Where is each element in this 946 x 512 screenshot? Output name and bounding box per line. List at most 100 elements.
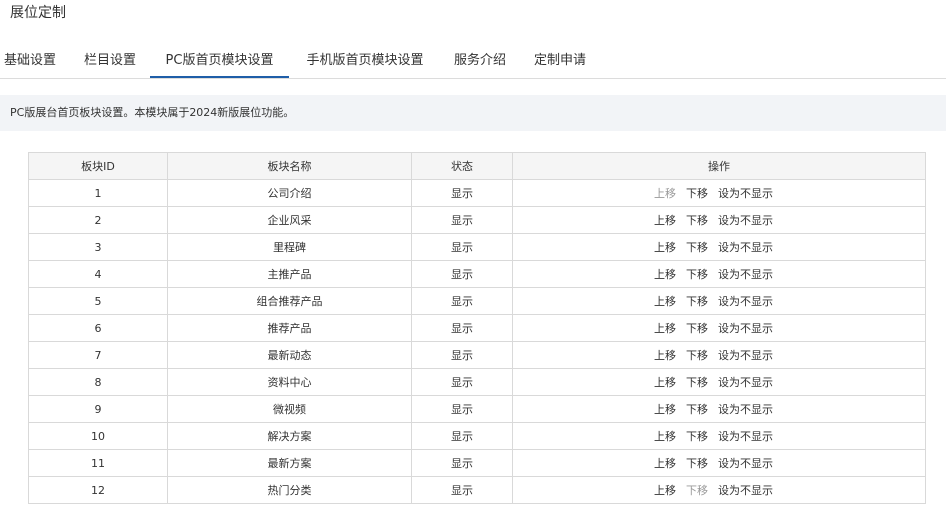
- cell-module-id: 10: [28, 422, 168, 450]
- cell-module-name: 主推产品: [167, 260, 412, 288]
- move-up-link[interactable]: 上移: [654, 403, 676, 416]
- cell-module-name: 企业风采: [167, 206, 412, 234]
- tab-service-intro[interactable]: 服务介绍: [450, 44, 510, 77]
- move-down-link[interactable]: 下移: [686, 403, 708, 416]
- table-row: 8 资料中心 显示 上移 下移 设为不显示: [28, 368, 926, 396]
- cell-actions: 上移 下移 设为不显示: [512, 287, 926, 315]
- move-up-link[interactable]: 上移: [654, 430, 676, 443]
- header-status: 状态: [411, 152, 513, 180]
- hide-module-link[interactable]: 设为不显示: [718, 403, 773, 416]
- cell-status: 显示: [411, 422, 513, 450]
- tab-mobile-homepage-modules[interactable]: 手机版首页模块设置: [300, 44, 430, 77]
- move-down-link[interactable]: 下移: [686, 457, 708, 470]
- table-row: 3 里程碑 显示 上移 下移 设为不显示: [28, 233, 926, 261]
- move-up-link[interactable]: 上移: [654, 322, 676, 335]
- cell-module-id: 11: [28, 449, 168, 477]
- hide-module-link[interactable]: 设为不显示: [718, 376, 773, 389]
- cell-status: 显示: [411, 476, 513, 504]
- move-up-link[interactable]: 上移: [654, 214, 676, 227]
- hide-module-link[interactable]: 设为不显示: [718, 322, 773, 335]
- cell-module-name: 推荐产品: [167, 314, 412, 342]
- cell-status: 显示: [411, 368, 513, 396]
- cell-module-name: 资料中心: [167, 368, 412, 396]
- hide-module-link[interactable]: 设为不显示: [718, 349, 773, 362]
- cell-module-id: 2: [28, 206, 168, 234]
- header-module-name: 板块名称: [167, 152, 412, 180]
- cell-module-name: 里程碑: [167, 233, 412, 261]
- move-up-link[interactable]: 上移: [654, 268, 676, 281]
- table-body: 1 公司介绍 显示 上移 下移 设为不显示 2 企业风采 显示 上移 下移 设为不显示 3 里程碑 显示 上移…: [28, 179, 926, 504]
- table-row: 4 主推产品 显示 上移 下移 设为不显示: [28, 260, 926, 288]
- cell-module-name: 组合推荐产品: [167, 287, 412, 315]
- cell-status: 显示: [411, 233, 513, 261]
- move-down-link[interactable]: 下移: [686, 214, 708, 227]
- cell-status: 显示: [411, 449, 513, 477]
- move-up-link[interactable]: 上移: [654, 484, 676, 497]
- hide-module-link[interactable]: 设为不显示: [718, 430, 773, 443]
- cell-module-name: 热门分类: [167, 476, 412, 504]
- notice-text: PC版展台首页板块设置。本模块属于2024新版展位功能。: [10, 106, 295, 119]
- cell-module-name: 最新方案: [167, 449, 412, 477]
- hide-module-link[interactable]: 设为不显示: [718, 214, 773, 227]
- move-down-link[interactable]: 下移: [686, 430, 708, 443]
- cell-module-name: 解决方案: [167, 422, 412, 450]
- cell-actions: 上移 下移 设为不显示: [512, 395, 926, 423]
- cell-status: 显示: [411, 314, 513, 342]
- cell-actions: 上移 下移 设为不显示: [512, 476, 926, 504]
- cell-actions: 上移 下移 设为不显示: [512, 260, 926, 288]
- header-actions: 操作: [512, 152, 926, 180]
- table-row: 2 企业风采 显示 上移 下移 设为不显示: [28, 206, 926, 234]
- cell-status: 显示: [411, 206, 513, 234]
- move-down-link[interactable]: 下移: [686, 322, 708, 335]
- move-up-link[interactable]: 上移: [654, 295, 676, 308]
- cell-actions: 上移 下移 设为不显示: [512, 314, 926, 342]
- cell-module-id: 9: [28, 395, 168, 423]
- cell-actions: 上移 下移 设为不显示: [512, 179, 926, 207]
- tab-pc-homepage-modules[interactable]: PC版首页模块设置: [150, 44, 289, 78]
- move-down-link: 下移: [686, 484, 708, 497]
- move-down-link[interactable]: 下移: [686, 349, 708, 362]
- notice-bar: PC版展台首页板块设置。本模块属于2024新版展位功能。: [0, 95, 946, 131]
- cell-module-name: 微视频: [167, 395, 412, 423]
- cell-status: 显示: [411, 287, 513, 315]
- cell-module-id: 1: [28, 179, 168, 207]
- move-down-link[interactable]: 下移: [686, 376, 708, 389]
- tab-basic-settings[interactable]: 基础设置: [0, 44, 60, 77]
- move-down-link[interactable]: 下移: [686, 268, 708, 281]
- cell-actions: 上移 下移 设为不显示: [512, 449, 926, 477]
- move-up-link[interactable]: 上移: [654, 349, 676, 362]
- cell-status: 显示: [411, 341, 513, 369]
- table-row: 7 最新动态 显示 上移 下移 设为不显示: [28, 341, 926, 369]
- table-row: 10 解决方案 显示 上移 下移 设为不显示: [28, 422, 926, 450]
- hide-module-link[interactable]: 设为不显示: [718, 484, 773, 497]
- move-down-link[interactable]: 下移: [686, 295, 708, 308]
- hide-module-link[interactable]: 设为不显示: [718, 187, 773, 200]
- move-down-link[interactable]: 下移: [686, 187, 708, 200]
- table-row: 12 热门分类 显示 上移 下移 设为不显示: [28, 476, 926, 504]
- tab-custom-application[interactable]: 定制申请: [530, 44, 590, 77]
- hide-module-link[interactable]: 设为不显示: [718, 268, 773, 281]
- header-module-id: 板块ID: [28, 152, 168, 180]
- move-down-link[interactable]: 下移: [686, 241, 708, 254]
- cell-status: 显示: [411, 395, 513, 423]
- cell-actions: 上移 下移 设为不显示: [512, 368, 926, 396]
- move-up-link[interactable]: 上移: [654, 241, 676, 254]
- cell-actions: 上移 下移 设为不显示: [512, 206, 926, 234]
- table-row: 11 最新方案 显示 上移 下移 设为不显示: [28, 449, 926, 477]
- hide-module-link[interactable]: 设为不显示: [718, 457, 773, 470]
- cell-module-id: 8: [28, 368, 168, 396]
- move-up-link[interactable]: 上移: [654, 457, 676, 470]
- table-row: 5 组合推荐产品 显示 上移 下移 设为不显示: [28, 287, 926, 315]
- move-up-link: 上移: [654, 187, 676, 200]
- table-header-row: 板块ID 板块名称 状态 操作: [28, 152, 926, 180]
- cell-module-id: 7: [28, 341, 168, 369]
- cell-status: 显示: [411, 179, 513, 207]
- cell-actions: 上移 下移 设为不显示: [512, 341, 926, 369]
- cell-module-id: 5: [28, 287, 168, 315]
- module-table: 板块ID 板块名称 状态 操作 1 公司介绍 显示 上移 下移 设为不显示 2 企业风采 显示上…: [28, 152, 926, 504]
- hide-module-link[interactable]: 设为不显示: [718, 295, 773, 308]
- hide-module-link[interactable]: 设为不显示: [718, 241, 773, 254]
- tab-column-settings[interactable]: 栏目设置: [80, 44, 140, 77]
- move-up-link[interactable]: 上移: [654, 376, 676, 389]
- cell-module-name: 公司介绍: [167, 179, 412, 207]
